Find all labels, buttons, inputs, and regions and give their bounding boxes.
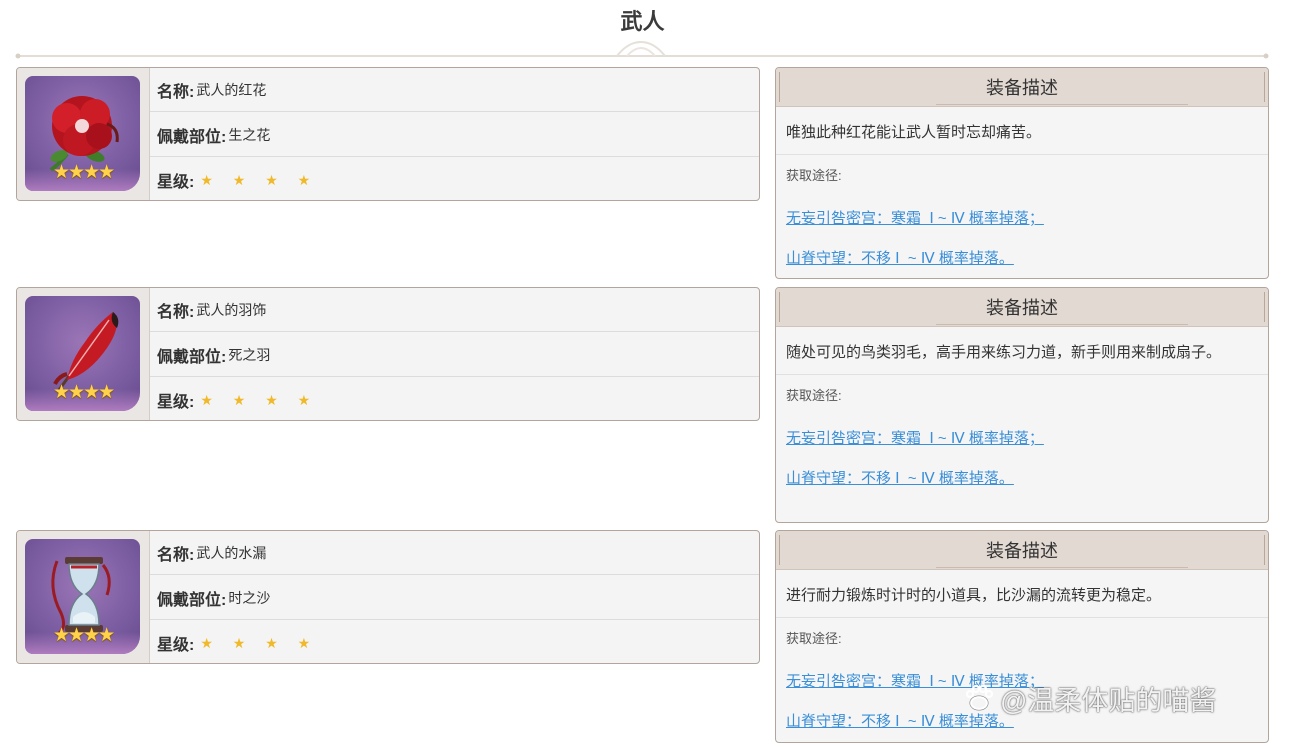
rarity-row: 星级: ★ ★ ★ ★ [150,378,759,420]
artifact-card-plume: ★★★★ 名称: 武人的羽饰 佩戴部位: 死之羽 星级: ★ ★ ★ ★ [16,287,760,421]
acquire-label: 获取途径: [786,388,842,403]
source-link-boss[interactable]: 山脊守望：不移 Ⅰ ~ Ⅳ 概率掉落。 [786,467,1268,488]
artifact-icon-cell: ★★★★ [17,531,150,663]
source-link-domain[interactable]: 无妄引咎密宫：寒霜 Ⅰ ~ Ⅳ 概率掉落； [786,207,1268,228]
slot-label: 佩戴部位: [157,348,227,366]
source-link-boss[interactable]: 山脊守望：不移 Ⅰ ~ Ⅳ 概率掉落。 [786,247,1268,268]
name-value: 武人的水漏 [196,544,267,561]
artifact-icon-cell: ★★★★ [17,288,150,420]
icon-rarity-stars: ★★★★ [53,625,115,646]
description-header-title: 装备描述 [986,541,1058,561]
rarity-row: 星级: ★ ★ ★ ★ [150,621,759,663]
acquire-label: 获取途径: [786,631,842,646]
artifact-icon-frame[interactable]: ★★★★ [25,539,140,654]
artifact-card-sands: ★★★★ 名称: 武人的水漏 佩戴部位: 时之沙 星级: ★ ★ ★ ★ [16,530,760,664]
header-divider [936,104,1188,105]
slot-row: 佩戴部位: 生之花 [150,113,759,157]
rarity-label: 星级: [157,637,195,654]
slot-value: 时之沙 [228,589,271,606]
name-label: 名称: [157,303,195,321]
description-header: 装备描述 [776,68,1268,107]
page-title: 武人 [620,9,665,34]
name-value: 武人的红花 [196,81,267,98]
description-header-title: 装备描述 [986,298,1058,318]
name-row: 名称: 武人的羽饰 [150,288,759,332]
title-divider [15,40,1269,59]
header-divider [936,567,1188,568]
name-label: 名称: [157,83,195,101]
description-text: 随处可见的鸟类羽毛，高手用来练习力道，新手则用来制成扇子。 [776,327,1268,375]
description-header: 装备描述 [776,531,1268,570]
icon-rarity-stars: ★★★★ [53,382,115,403]
source-link-domain[interactable]: 无妄引咎密宫：寒霜 Ⅰ ~ Ⅳ 概率掉落； [786,427,1268,448]
slot-row: 佩戴部位: 时之沙 [150,576,759,620]
artifact-icon-frame[interactable]: ★★★★ [25,76,140,191]
name-row: 名称: 武人的水漏 [150,531,759,575]
name-row: 名称: 武人的红花 [150,68,759,112]
slot-value: 生之花 [228,126,271,143]
slot-row: 佩戴部位: 死之羽 [150,333,759,377]
description-panel-flower: 装备描述 唯独此种红花能让武人暂时忘却痛苦。 获取途径: 无妄引咎密宫：寒霜 Ⅰ… [775,67,1269,279]
description-header-title: 装备描述 [986,78,1058,98]
star-rating: ★ ★ ★ ★ [200,634,319,651]
icon-rarity-stars: ★★★★ [53,162,115,183]
slot-label: 佩戴部位: [157,128,227,146]
slot-label: 佩戴部位: [157,591,227,609]
acquire-label: 获取途径: [786,168,842,183]
watermark-text: @温柔体贴的喵酱 [1000,685,1217,716]
rarity-label: 星级: [157,174,195,191]
artifact-card-flower: ★★★★ 名称: 武人的红花 佩戴部位: 生之花 星级: ★ ★ ★ ★ [16,67,760,201]
slot-value: 死之羽 [228,346,271,363]
star-rating: ★ ★ ★ ★ [200,391,319,408]
header-divider [936,324,1188,325]
paw-logo-icon [965,684,994,711]
rarity-row: 星级: ★ ★ ★ ★ [150,158,759,200]
description-text: 进行耐力锻炼时计时的小道具，比沙漏的流转更为稳定。 [776,570,1268,618]
description-text: 唯独此种红花能让武人暂时忘却痛苦。 [776,107,1268,155]
name-label: 名称: [157,546,195,564]
name-value: 武人的羽饰 [196,301,267,318]
description-header: 装备描述 [776,288,1268,327]
rarity-label: 星级: [157,394,195,411]
star-rating: ★ ★ ★ ★ [200,171,319,188]
description-panel-plume: 装备描述 随处可见的鸟类羽毛，高手用来练习力道，新手则用来制成扇子。 获取途径:… [775,287,1269,523]
artifact-icon-frame[interactable]: ★★★★ [25,296,140,411]
watermark: @温柔体贴的喵酱 [962,680,1216,716]
artifact-icon-cell: ★★★★ [17,68,150,200]
